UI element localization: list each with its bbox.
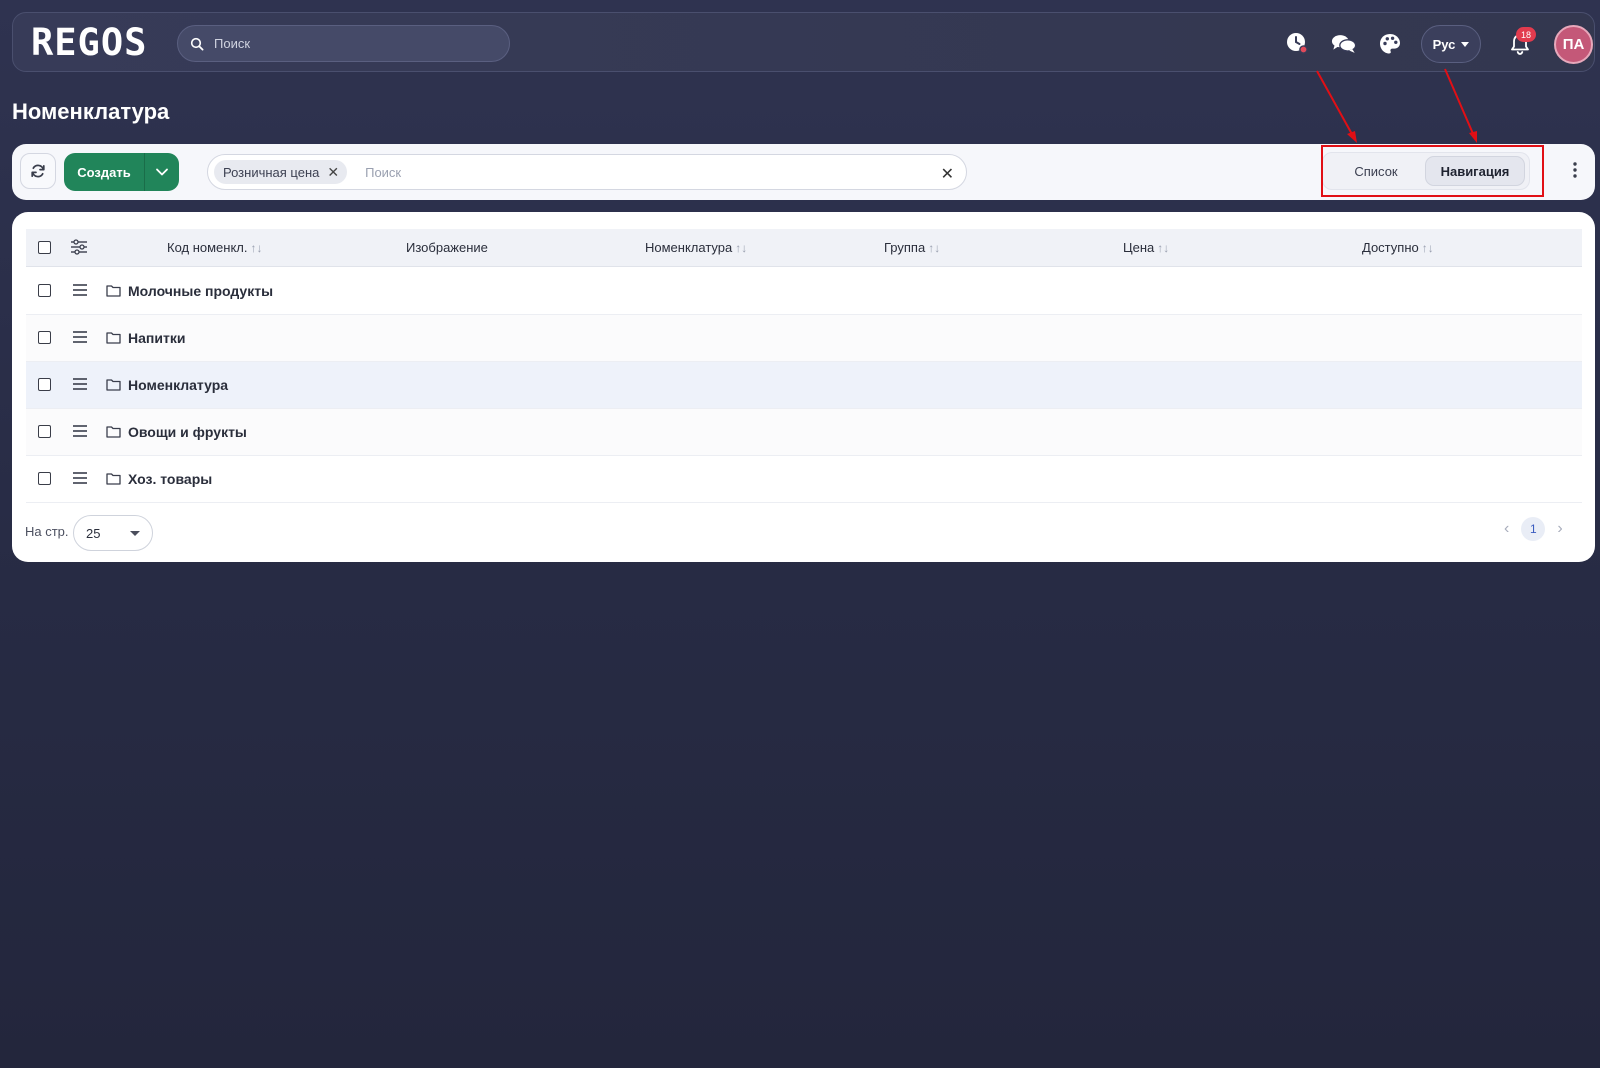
row-checkbox[interactable] bbox=[38, 284, 51, 297]
more-options-icon[interactable] bbox=[1572, 160, 1578, 180]
column-header-code[interactable]: Код номенкл. ↑↓ bbox=[167, 240, 263, 255]
global-search-input[interactable] bbox=[214, 36, 494, 51]
folder-icon bbox=[106, 331, 121, 344]
row-checkbox[interactable] bbox=[38, 378, 51, 391]
per-page-select[interactable]: 25 bbox=[73, 515, 153, 551]
table-header: Код номенкл. ↑↓ Изображение Номенклатура ↑… bbox=[26, 229, 1582, 267]
column-settings-icon[interactable] bbox=[70, 239, 88, 255]
row-name: Молочные продукты bbox=[128, 283, 274, 299]
per-page-label: На стр. bbox=[25, 524, 69, 539]
folder-icon bbox=[106, 472, 121, 485]
filter-search-input[interactable] bbox=[365, 164, 926, 180]
row-name: Напитки bbox=[128, 330, 186, 346]
sort-icon[interactable]: ↑↓ bbox=[735, 241, 747, 255]
annotation-arrow bbox=[1316, 70, 1354, 137]
toolbar: Создать Розничная цена ✕ ✕ Список Навига… bbox=[12, 144, 1595, 200]
view-list-option[interactable]: Список bbox=[1327, 156, 1425, 186]
row-checkbox[interactable] bbox=[38, 425, 51, 438]
global-search[interactable] bbox=[177, 25, 510, 62]
chat-icon[interactable] bbox=[1331, 31, 1357, 57]
select-all-checkbox[interactable] bbox=[38, 241, 51, 254]
column-header-group[interactable]: Группа ↑↓ bbox=[884, 240, 940, 255]
folder-icon bbox=[106, 378, 121, 391]
remove-chip-icon[interactable]: ✕ bbox=[327, 164, 339, 181]
language-label: Рус bbox=[1432, 36, 1456, 52]
avatar[interactable]: ПА bbox=[1554, 25, 1593, 64]
palette-icon[interactable] bbox=[1377, 31, 1403, 57]
refresh-icon bbox=[30, 163, 46, 179]
language-selector[interactable]: Рус bbox=[1421, 25, 1481, 63]
refresh-button[interactable] bbox=[20, 153, 56, 189]
folder-icon bbox=[106, 284, 121, 297]
page-title: Номенклатура bbox=[12, 99, 170, 124]
row-name: Овощи и фрукты bbox=[128, 424, 247, 440]
table-row[interactable]: Хоз. товары bbox=[26, 456, 1582, 503]
column-header-name[interactable]: Номенклатура ↑↓ bbox=[645, 240, 747, 255]
row-checkbox[interactable] bbox=[38, 331, 51, 344]
history-clock-icon[interactable] bbox=[1285, 31, 1311, 57]
column-header-available[interactable]: Доступно ↑↓ bbox=[1362, 240, 1434, 255]
table-row[interactable]: Номенклатура bbox=[26, 362, 1582, 409]
column-header-price[interactable]: Цена ↑↓ bbox=[1123, 240, 1169, 255]
create-dropdown-button[interactable] bbox=[144, 153, 179, 191]
app-logo: REGOS bbox=[31, 21, 148, 64]
sort-icon[interactable]: ↑↓ bbox=[251, 241, 263, 255]
drag-handle-icon[interactable] bbox=[72, 471, 88, 485]
column-header-image: Изображение bbox=[406, 240, 488, 255]
drag-handle-icon[interactable] bbox=[72, 424, 88, 438]
per-page-value: 25 bbox=[86, 525, 101, 541]
filter-search-box[interactable]: Розничная цена ✕ ✕ bbox=[207, 154, 967, 190]
chevron-down-icon bbox=[155, 167, 169, 177]
sort-icon[interactable]: ↑↓ bbox=[1157, 241, 1169, 255]
drag-handle-icon[interactable] bbox=[72, 377, 88, 391]
table-row[interactable]: Напитки bbox=[26, 315, 1582, 362]
row-name: Хоз. товары bbox=[128, 471, 213, 487]
sort-icon[interactable]: ↑↓ bbox=[1422, 241, 1434, 255]
annotation-arrowhead bbox=[1469, 131, 1477, 143]
table-row[interactable]: Молочные продукты bbox=[26, 268, 1582, 315]
top-bar: REGOS Рус 18 ПА bbox=[12, 12, 1595, 72]
search-icon bbox=[190, 37, 204, 51]
clear-filter-icon[interactable]: ✕ bbox=[941, 164, 954, 184]
view-mode-toggle: Список Навигация bbox=[1322, 152, 1530, 190]
sort-icon[interactable]: ↑↓ bbox=[928, 241, 940, 255]
view-navigation-option[interactable]: Навигация bbox=[1425, 156, 1525, 186]
annotation-arrow bbox=[1444, 68, 1475, 137]
row-name: Номенклатура bbox=[128, 377, 229, 393]
prev-page-icon[interactable]: ‹ bbox=[1504, 520, 1509, 538]
chevron-down-icon bbox=[130, 530, 140, 536]
filter-chip: Розничная цена ✕ bbox=[214, 160, 348, 184]
chevron-down-icon bbox=[1461, 41, 1470, 47]
annotation-arrowhead bbox=[1347, 131, 1357, 143]
folder-icon bbox=[106, 425, 121, 438]
notifications-badge: 18 bbox=[1516, 27, 1536, 42]
table-card: Код номенкл. ↑↓ Изображение Номенклатура ↑… bbox=[12, 212, 1595, 562]
drag-handle-icon[interactable] bbox=[72, 283, 88, 297]
create-button-group: Создать bbox=[64, 153, 179, 191]
row-checkbox[interactable] bbox=[38, 472, 51, 485]
page-number-current[interactable]: 1 bbox=[1521, 517, 1546, 541]
create-button[interactable]: Создать bbox=[64, 153, 144, 191]
pagination: ‹ 1 › bbox=[1504, 517, 1563, 541]
next-page-icon[interactable]: › bbox=[1557, 520, 1562, 538]
drag-handle-icon[interactable] bbox=[72, 330, 88, 344]
filter-chip-label: Розничная цена bbox=[223, 164, 320, 180]
table-row[interactable]: Овощи и фрукты bbox=[26, 409, 1582, 456]
